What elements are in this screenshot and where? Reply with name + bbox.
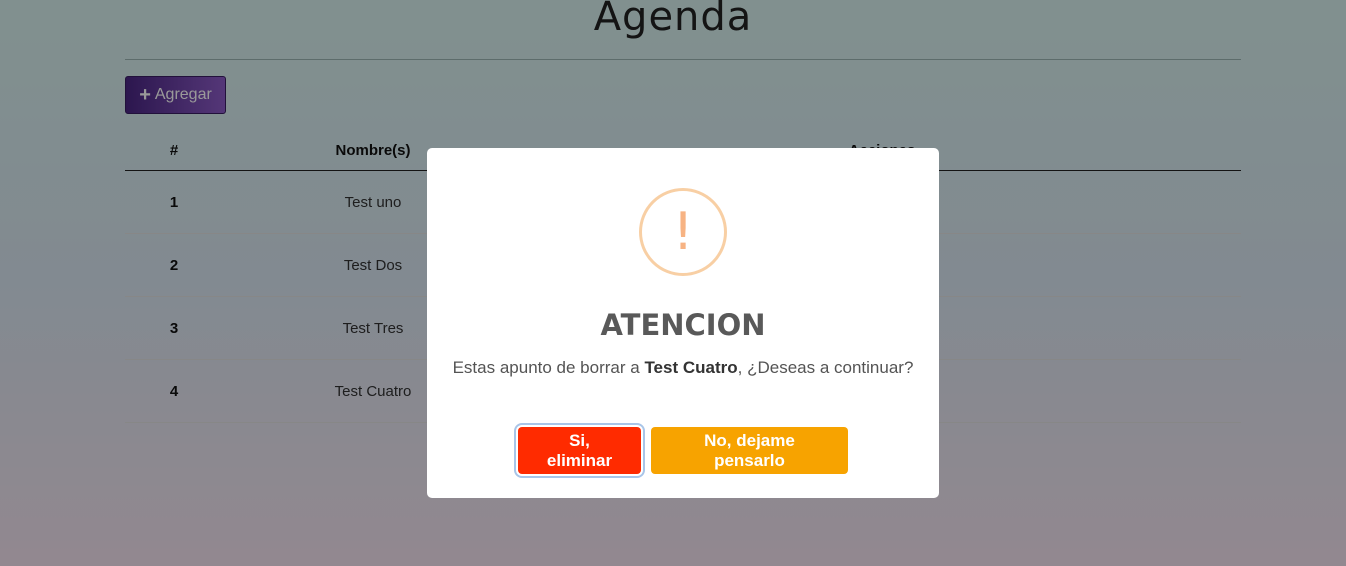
dialog-actions: Si, eliminar No, dejame pensarlo [427, 427, 939, 474]
cancel-button[interactable]: No, dejame pensarlo [651, 427, 848, 474]
dialog-target-name: Test Cuatro [644, 358, 738, 377]
confirm-delete-button[interactable]: Si, eliminar [518, 427, 641, 474]
confirm-delete-dialog: ! ATENCION Estas apunto de borrar a Test… [427, 148, 939, 498]
dialog-message-prefix: Estas apunto de borrar a [452, 358, 645, 377]
exclamation-icon: ! [639, 188, 727, 276]
dialog-message-suffix: , ¿Deseas a continuar? [737, 358, 914, 377]
dialog-title: ATENCION [600, 308, 766, 342]
dialog-message: Estas apunto de borrar a Test Cuatro, ¿D… [427, 355, 939, 380]
